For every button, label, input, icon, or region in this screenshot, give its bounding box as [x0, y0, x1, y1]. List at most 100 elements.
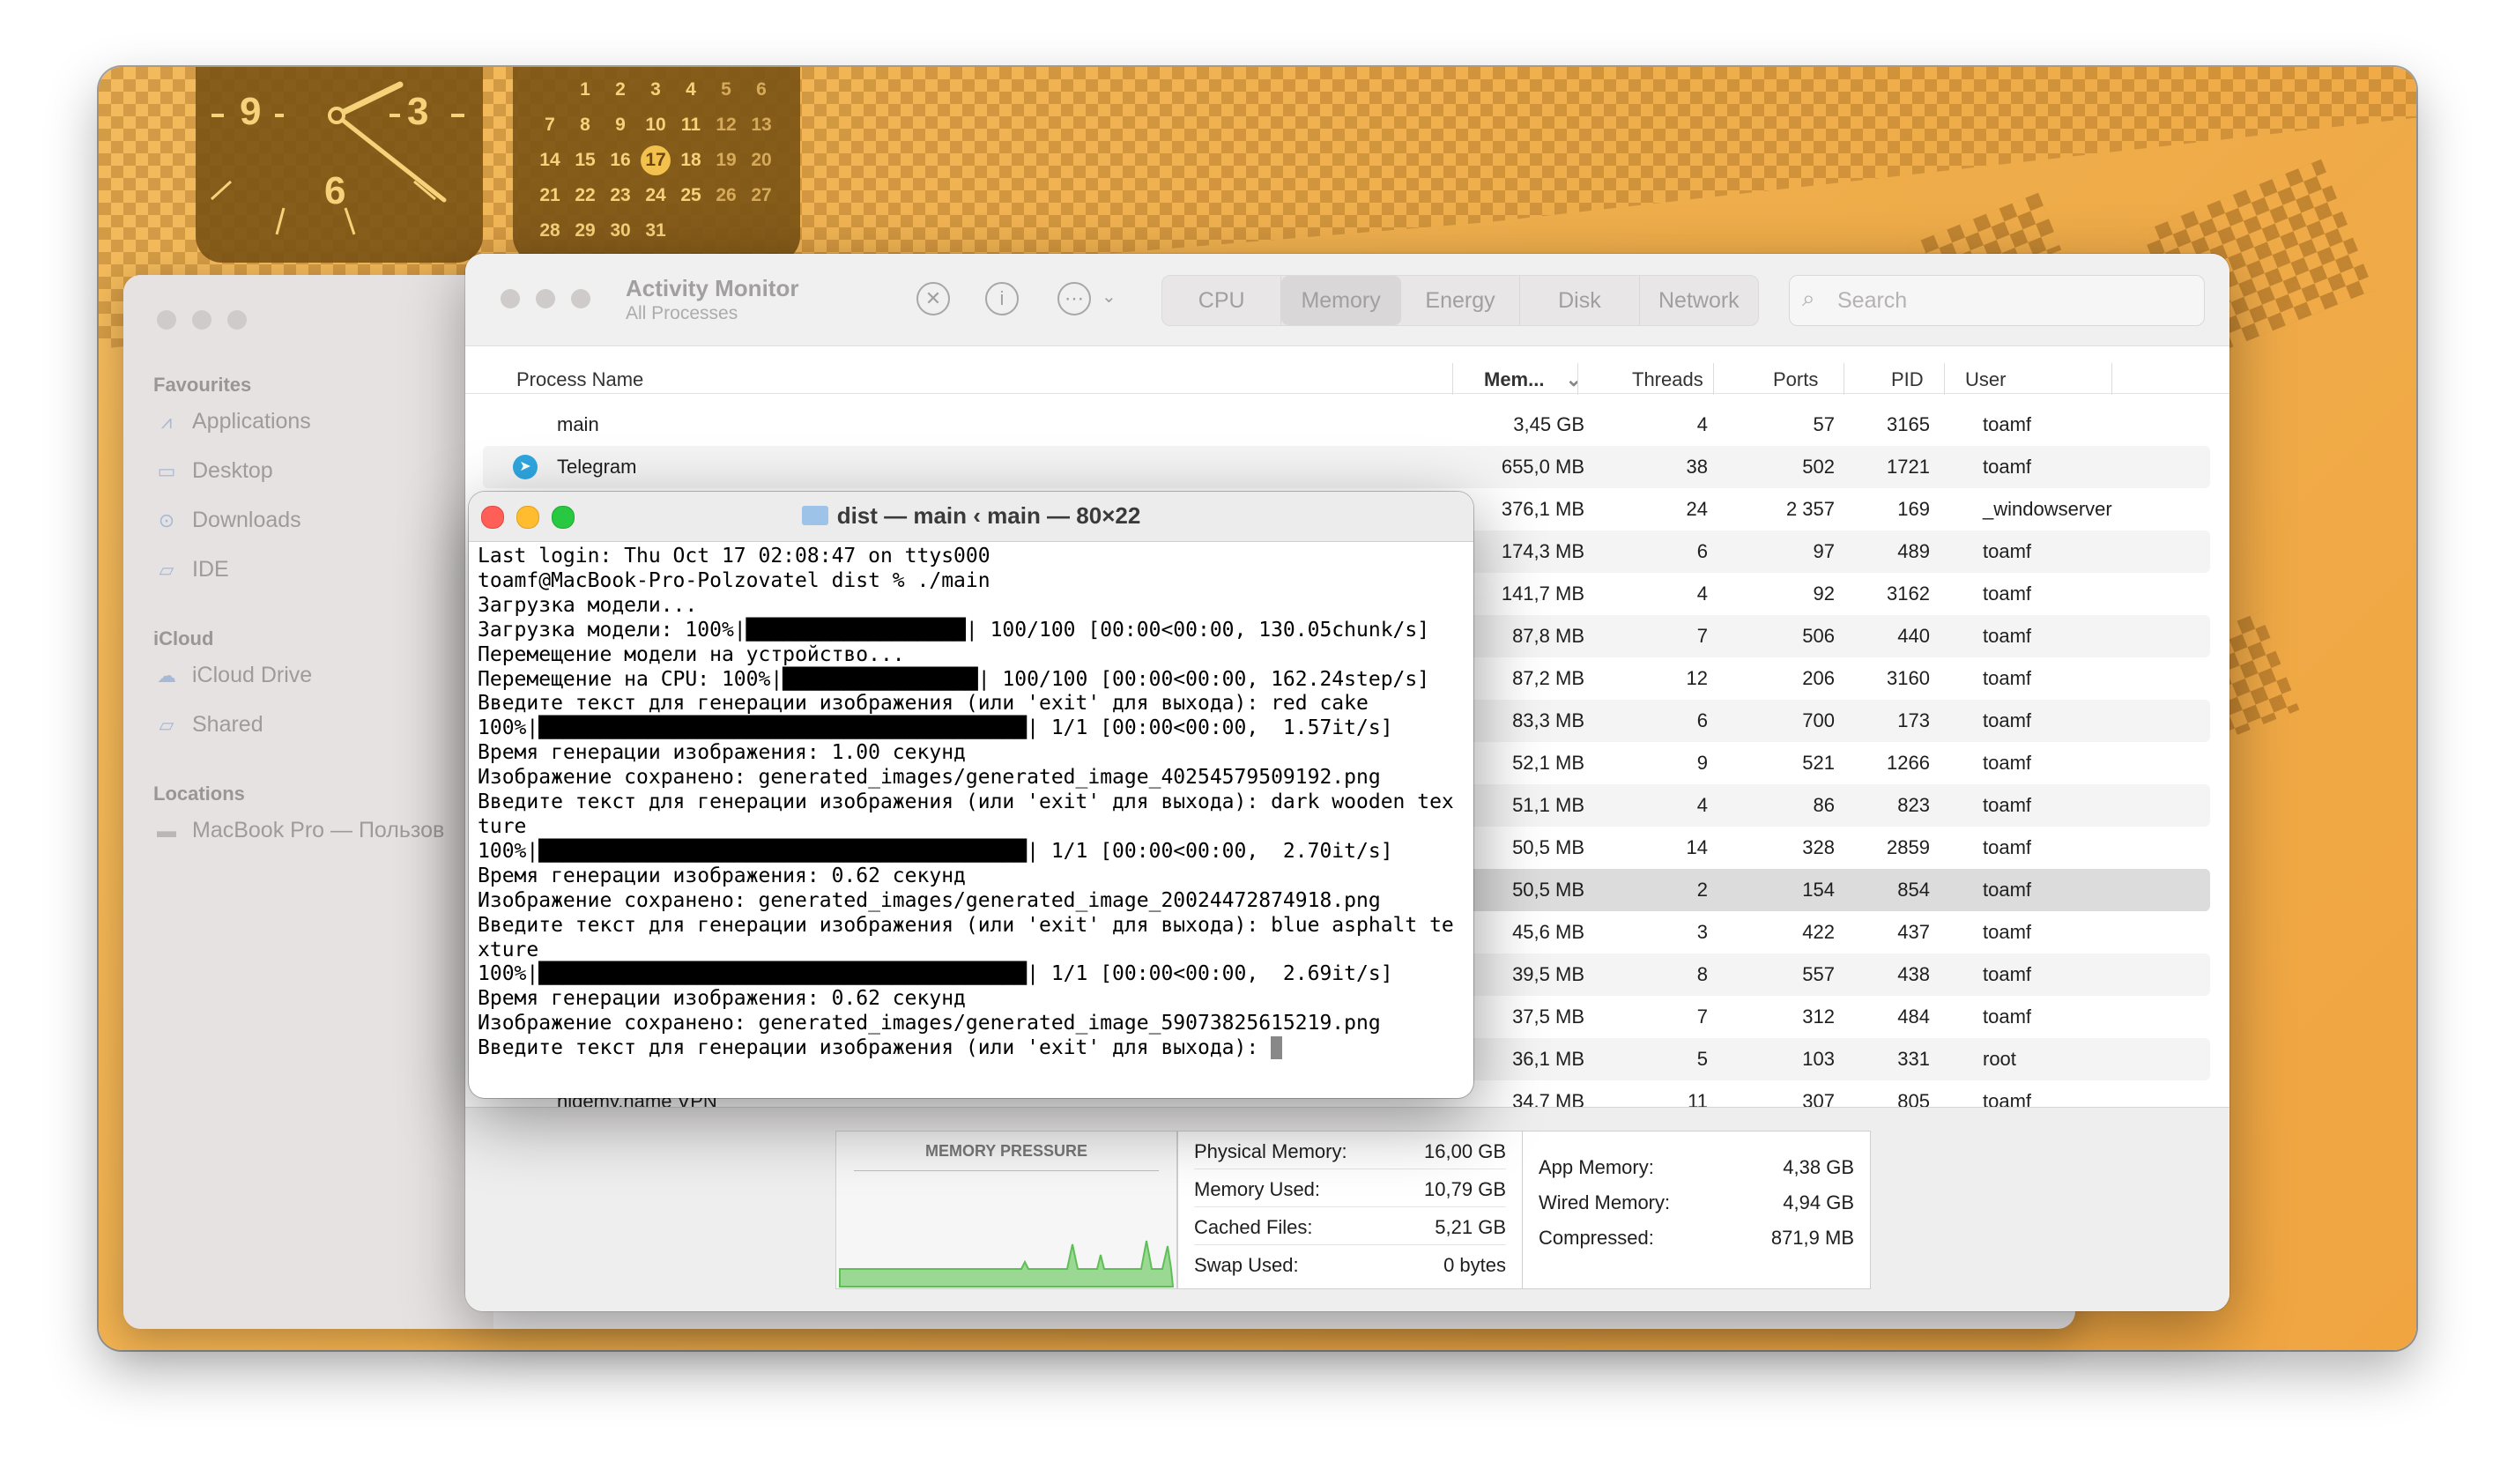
memory-value: 50,5 MB [1512, 836, 1584, 858]
memory-value: 87,2 MB [1512, 667, 1584, 689]
memory-pressure-chart [839, 1240, 1175, 1287]
tab-disk[interactable]: Disk [1520, 276, 1640, 325]
calendar-day: 11 [673, 108, 709, 143]
terminal-line-text: 100%|███████████████████████████████████… [478, 962, 1393, 986]
column-memory[interactable]: Mem... ⌄ [1484, 358, 1582, 402]
column-divider[interactable] [1452, 363, 1453, 395]
tab-memory[interactable]: Memory [1281, 276, 1401, 325]
terminal-line-text: Введите текст для генерации изображения … [478, 1036, 1272, 1060]
threads-value: 9 [1696, 752, 1708, 774]
memory-value: 50,5 MB [1512, 879, 1584, 901]
threads-value: 6 [1696, 540, 1708, 562]
ports-value: 2 357 [1785, 498, 1835, 520]
pid-value: 854 [1897, 879, 1930, 901]
minimize-button[interactable] [536, 289, 555, 308]
telegram-icon: ➤ [513, 455, 538, 479]
user-value: toamf [1983, 582, 2032, 605]
calendar-widget[interactable]: 1 2 3 4 5 6 7 8 9 10 11 12 13 14 15 16 17 18 19 20 21 22 23 24 2… [513, 67, 800, 263]
sidebar-item-shared[interactable]: ▱ Shared [153, 712, 263, 738]
sidebar-item-icloud-drive[interactable]: ☁ iCloud Drive [153, 663, 312, 688]
terminal-window[interactable]: dist — main ‹ main — 80×22 Last login: T… [469, 492, 1473, 1098]
stat-label: Physical Memory: [1194, 1140, 1347, 1162]
info-icon[interactable]: i [985, 282, 1019, 315]
terminal-line: toamf@MacBook-Pro-Polzovatel dist % ./ma… [478, 569, 1465, 594]
shared-folder-icon: ▱ [159, 713, 174, 736]
sidebar-item-ide[interactable]: ▱ IDE [153, 557, 229, 582]
user-value: toamf [1983, 1005, 2032, 1028]
column-process-name[interactable]: Process Name [516, 358, 643, 402]
threads-value: 14 [1686, 836, 1708, 858]
stop-process-icon[interactable]: ✕ [916, 282, 950, 315]
calendar-day: 6 [744, 72, 779, 108]
ports-value: 422 [1802, 921, 1835, 943]
pid-value: 440 [1897, 625, 1930, 647]
more-actions-icon[interactable]: ⋯ [1057, 282, 1091, 315]
stat-value: 16,00 GB [1424, 1140, 1506, 1162]
tab-network[interactable]: Network [1640, 276, 1758, 325]
header-divider [465, 393, 2229, 394]
terminal-line: Время генерации изображения: 0.62 секунд [478, 987, 1465, 1012]
pid-value: 3162 [1887, 582, 1930, 605]
column-divider[interactable] [2111, 363, 2112, 395]
calendar-day-number: 5 [721, 79, 731, 100]
column-threads[interactable]: Threads [1632, 358, 1703, 402]
threads-value: 12 [1686, 667, 1708, 689]
folder-icon [801, 506, 828, 525]
sidebar-item-applications[interactable]: ⩘ Applications [153, 409, 311, 434]
threads-value: 2 [1696, 879, 1708, 901]
section-favourites: Favourites [153, 374, 252, 396]
column-pid[interactable]: PID [1891, 358, 1924, 402]
table-row[interactable]: main 3,45 GB 4 57 3165 toamf [483, 404, 2210, 446]
terminal-output[interactable]: Last login: Thu Oct 17 02:08:47 on ttys0… [478, 545, 1465, 1098]
calendar-day-number: 3 [650, 79, 661, 100]
calendar-day-number: 4 [686, 79, 696, 100]
stat-value: 5,21 GB [1435, 1216, 1506, 1238]
user-value: toamf [1983, 794, 2032, 816]
memory-summary-panel: MEMORY PRESSURE Physical Memory: 16,00 GB… [465, 1107, 2229, 1311]
terminal-line: Last login: Thu Oct 17 02:08:47 on ttys0… [478, 545, 1465, 569]
threads-value: 6 [1696, 709, 1708, 731]
tab-energy[interactable]: Energy [1401, 276, 1521, 325]
search-field[interactable]: ⌕ Search [1789, 275, 2205, 326]
sidebar-item-desktop[interactable]: ▭ Desktop [153, 458, 273, 484]
column-divider[interactable] [1577, 363, 1578, 395]
close-button[interactable] [501, 289, 520, 308]
sidebar-item-macbook[interactable]: ▬ MacBook Pro — Пользов [153, 818, 444, 843]
pid-value: 173 [1897, 709, 1930, 731]
memory-pressure-graph: MEMORY PRESSURE [835, 1131, 1177, 1289]
threads-value: 7 [1696, 625, 1708, 647]
user-value: root [1983, 1048, 2016, 1070]
zoom-button[interactable] [227, 310, 247, 330]
clock-numeral-3: 3 [407, 90, 429, 133]
threads-value: 38 [1686, 456, 1708, 478]
text-cursor [1271, 1036, 1283, 1060]
minimize-button[interactable] [192, 310, 211, 330]
tab-cpu[interactable]: CPU [1162, 276, 1282, 325]
close-button[interactable] [157, 310, 176, 330]
terminal-line: Перемещение на CPU: 100%|███████████████… [478, 668, 1465, 693]
calendar-day-number: 14 [539, 150, 560, 170]
calendar-day-number: 26 [716, 185, 737, 205]
column-divider[interactable] [1944, 363, 1945, 395]
user-value: toamf [1983, 836, 2032, 858]
zoom-button[interactable] [571, 289, 590, 308]
clock-widget[interactable]: 9 3 6 [196, 67, 483, 263]
terminal-line-text: Введите текст для генерации изображения … [478, 692, 1369, 716]
column-user[interactable]: User [1965, 358, 2006, 402]
memory-value: 51,1 MB [1512, 794, 1584, 816]
column-ports[interactable]: Ports [1773, 358, 1818, 402]
pid-value: 437 [1897, 921, 1930, 943]
finder-sidebar: Favourites ⩘ Applications ▭ Desktop ⊙ Do… [123, 275, 493, 1329]
threads-value: 11 [1688, 1090, 1708, 1107]
calendar-day: 30 [603, 213, 638, 249]
column-divider[interactable] [1713, 363, 1714, 395]
user-value: toamf [1983, 540, 2032, 562]
process-name: main [557, 413, 599, 435]
sidebar-item-downloads[interactable]: ⊙ Downloads [153, 508, 301, 533]
stat-label: Cached Files: [1194, 1216, 1313, 1238]
chevron-down-icon[interactable]: ⌄ [1102, 286, 1117, 308]
calendar-day: 1 [568, 72, 603, 108]
terminal-line-text: Время генерации изображения: 0.62 секунд [478, 987, 966, 1011]
table-row[interactable]: ➤ Telegram 655,0 MB 38 502 1721 toamf [483, 446, 2210, 488]
user-value: toamf [1983, 667, 2032, 689]
